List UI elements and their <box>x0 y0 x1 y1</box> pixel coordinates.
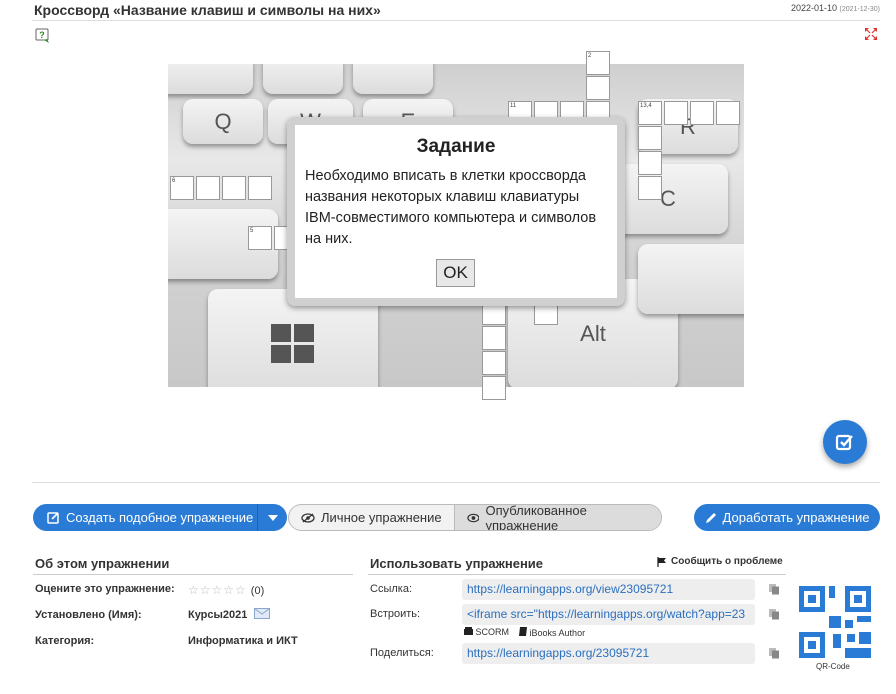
crossword-cell[interactable] <box>638 176 662 200</box>
copy-icon[interactable] <box>768 583 780 595</box>
date-secondary: (2021-12-30) <box>839 6 880 13</box>
rating-stars[interactable]: ☆☆☆☆☆ (0) <box>188 583 264 597</box>
date-primary: 2022-01-10 <box>790 3 838 13</box>
published-label: Опубликованное упражнение <box>485 504 587 531</box>
fullscreen-icon[interactable] <box>865 28 877 40</box>
rating-count: (0) <box>250 585 265 597</box>
package-icon <box>464 627 473 635</box>
mail-icon[interactable] <box>254 608 270 619</box>
star-icons[interactable]: ☆☆☆☆☆ <box>188 583 247 597</box>
keyboard-key <box>168 64 253 94</box>
ibooks-link[interactable]: iBooks Author <box>519 627 585 638</box>
date-stamp: 2022-01-10 (2021-12-30) <box>791 3 880 13</box>
keyboard-key: C <box>608 164 728 234</box>
eye-slash-icon <box>301 512 315 523</box>
crossword-cell[interactable] <box>222 176 246 200</box>
category-value[interactable]: Информатика и ИКТ <box>188 635 298 647</box>
category-label: Категория: <box>35 635 95 647</box>
cell-number: 11 <box>510 103 517 109</box>
key-label: Alt <box>580 321 606 346</box>
use-section-title: Использовать упражнение <box>370 556 544 571</box>
key-label: Q <box>214 108 232 134</box>
copy-icon[interactable] <box>768 608 780 620</box>
crossword-cell[interactable] <box>482 326 506 350</box>
crossword-cell[interactable] <box>586 76 610 100</box>
divider <box>32 482 880 483</box>
cell-number: 5 <box>250 228 254 234</box>
copy-icon[interactable] <box>768 647 780 659</box>
crossword-cell[interactable] <box>690 101 714 125</box>
ibooks-label: iBooks Author <box>529 628 586 638</box>
pencil-icon <box>705 512 716 523</box>
link-field[interactable]: https://learningapps.org/view23095721 <box>462 579 755 600</box>
about-section-title: Об этом упражнении <box>35 556 170 571</box>
crossword-cell[interactable]: 13,4 <box>638 101 662 125</box>
key-label: C <box>660 186 676 211</box>
page-title: Кроссворд «Название клавиш и символы на … <box>34 2 381 18</box>
create-similar-button[interactable]: Создать подобное упражнение <box>33 504 287 531</box>
crossword-cell[interactable]: 6 <box>170 176 194 200</box>
embed-label: Встроить: <box>370 608 421 620</box>
private-option[interactable]: Личное упражнение <box>289 505 454 530</box>
task-dialog: Задание Необходимо вписать в клетки крос… <box>287 117 625 306</box>
book-icon <box>519 627 528 636</box>
cell-number: 2 <box>588 53 592 59</box>
create-similar-label: Создать подобное упражнение <box>66 510 254 525</box>
published-option[interactable]: Опубликованное упражнение <box>453 504 661 531</box>
improve-exercise-button[interactable]: Доработать упражнение <box>694 504 880 531</box>
share-label: Поделиться: <box>370 647 434 659</box>
report-problem-link[interactable]: Сообщить о проблеме <box>657 556 783 567</box>
divider <box>368 574 786 575</box>
crossword-cell[interactable] <box>716 101 740 125</box>
create-dropdown-toggle[interactable] <box>257 504 287 531</box>
check-answers-button[interactable] <box>823 420 867 464</box>
embed-field[interactable]: <iframe src="https://learningapps.org/wa… <box>462 604 755 625</box>
crossword-cell[interactable] <box>482 351 506 375</box>
dialog-text: Необходимо вписать в клетки кроссворда н… <box>305 168 597 247</box>
page: Кроссворд «Название клавиш и символы на … <box>0 0 896 694</box>
private-label: Личное упражнение <box>321 510 442 525</box>
cell-number: 13,4 <box>640 103 652 109</box>
report-problem-label: Сообщить о проблеме <box>671 556 783 567</box>
crossword-cell[interactable] <box>664 101 688 125</box>
scorm-link[interactable]: SCORM <box>464 627 509 638</box>
keyboard-key <box>263 64 343 94</box>
keyboard-key <box>353 64 433 94</box>
eye-icon <box>466 513 480 522</box>
help-icon[interactable]: ? <box>35 28 51 44</box>
improve-exercise-label: Доработать упражнение <box>722 510 870 525</box>
divider <box>32 20 880 21</box>
svg-text:?: ? <box>39 30 45 40</box>
edit-square-icon <box>47 512 59 524</box>
author-name[interactable]: Курсы2021 <box>188 609 247 621</box>
check-icon <box>835 434 853 451</box>
scorm-label: SCORM <box>475 627 510 637</box>
crossword-cell[interactable] <box>196 176 220 200</box>
crossword-cell[interactable] <box>482 376 506 400</box>
caret-down-icon <box>267 514 278 521</box>
export-links: SCORM iBooks Author <box>464 627 585 638</box>
ok-button[interactable]: OK <box>436 259 475 287</box>
crossword-cell[interactable] <box>248 176 272 200</box>
share-field[interactable]: https://learningapps.org/23095721 <box>462 643 755 664</box>
crossword-cell[interactable] <box>638 126 662 150</box>
rate-label: Оцените это упражнение: <box>35 583 175 595</box>
crossword-cell[interactable]: 2 <box>586 51 610 75</box>
link-label: Ссылка: <box>370 583 412 595</box>
keyboard-key: Q <box>183 99 263 144</box>
qr-code-label: QR-Code <box>816 662 850 671</box>
dialog-title: Задание <box>416 136 496 157</box>
visibility-toggle: Личное упражнение Опубликованное упражне… <box>288 504 662 531</box>
qr-code-icon[interactable] <box>799 586 871 658</box>
cell-number: 6 <box>172 178 176 184</box>
keyboard-key <box>638 244 744 314</box>
crossword-cell[interactable] <box>638 151 662 175</box>
crossword-cell[interactable]: 5 <box>248 226 272 250</box>
installed-label: Установлено (Имя): <box>35 609 142 621</box>
windows-logo-icon <box>271 324 314 363</box>
flag-icon <box>657 556 666 567</box>
divider <box>33 574 353 575</box>
